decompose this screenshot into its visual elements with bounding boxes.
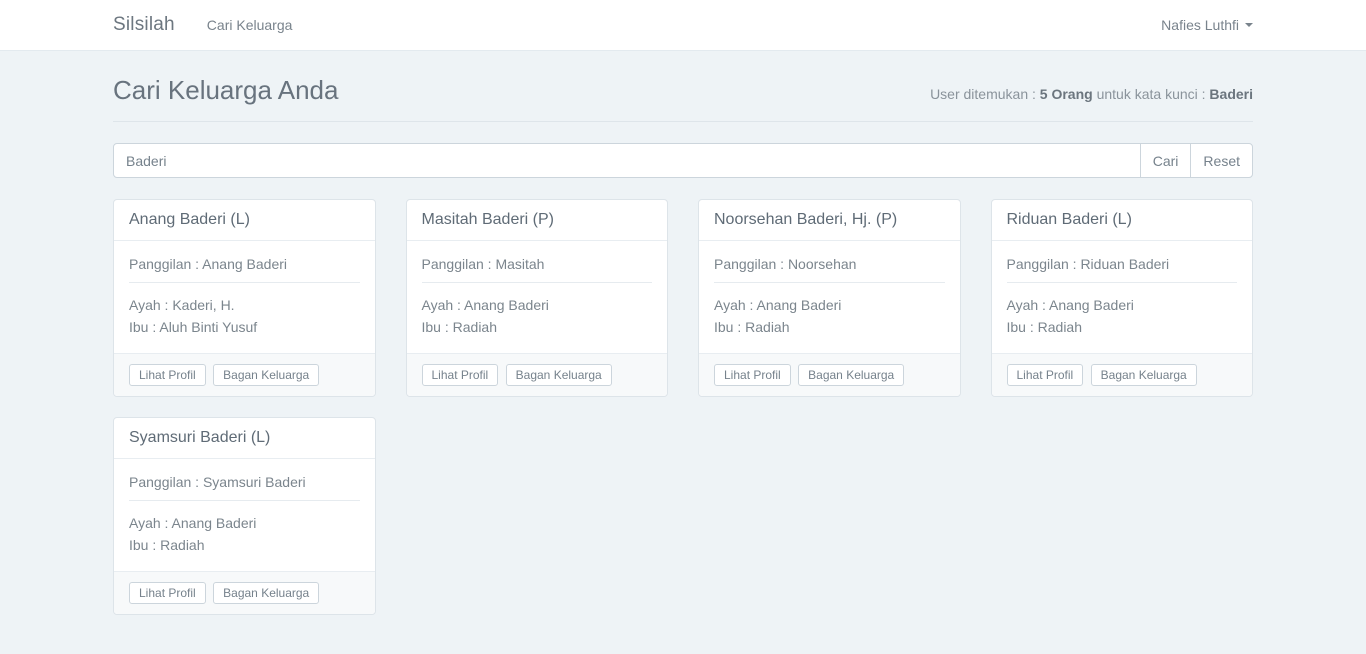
top-navbar: Silsilah Cari Keluarga Nafies Luthfi [0, 0, 1366, 51]
person-card-title: Riduan Baderi (L) [992, 200, 1253, 241]
lihat-profil-button[interactable]: Lihat Profil [129, 364, 206, 386]
result-summary: User ditemukan : 5 Orang untuk kata kunc… [930, 86, 1253, 102]
person-card-footer: Lihat Profil Bagan Keluarga [114, 353, 375, 396]
divider [129, 282, 360, 283]
page-header: Cari Keluarga Anda User ditemukan : 5 Or… [113, 75, 1253, 122]
person-card-title: Anang Baderi (L) [114, 200, 375, 241]
person-card-body: Panggilan : Masitah Ayah : Anang Baderi … [407, 241, 668, 353]
person-card-title: Syamsuri Baderi (L) [114, 418, 375, 459]
person-father: Ayah : Anang Baderi [422, 294, 653, 316]
person-father: Ayah : Anang Baderi [129, 512, 360, 534]
brand-silsilah[interactable]: Silsilah [113, 14, 175, 36]
cari-button[interactable]: Cari [1140, 143, 1192, 178]
person-card-body: Panggilan : Riduan Baderi Ayah : Anang B… [992, 241, 1253, 353]
page-title: Cari Keluarga Anda [113, 75, 338, 106]
lihat-profil-button[interactable]: Lihat Profil [1007, 364, 1084, 386]
person-card-body: Panggilan : Noorsehan Ayah : Anang Bader… [699, 241, 960, 353]
nav-item-cari-keluarga[interactable]: Cari Keluarga [207, 17, 293, 33]
person-card: Anang Baderi (L) Panggilan : Anang Bader… [113, 199, 376, 397]
divider [422, 282, 653, 283]
person-mother: Ibu : Radiah [422, 316, 653, 338]
person-mother: Ibu : Radiah [714, 316, 945, 338]
person-nickname: Panggilan : Masitah [422, 256, 653, 272]
person-mother: Ibu : Radiah [129, 534, 360, 556]
person-card: Riduan Baderi (L) Panggilan : Riduan Bad… [991, 199, 1254, 397]
bagan-keluarga-button[interactable]: Bagan Keluarga [506, 364, 612, 386]
person-nickname: Panggilan : Noorsehan [714, 256, 945, 272]
person-card-footer: Lihat Profil Bagan Keluarga [699, 353, 960, 396]
person-card: Syamsuri Baderi (L) Panggilan : Syamsuri… [113, 417, 376, 615]
reset-button[interactable]: Reset [1190, 143, 1253, 178]
search-bar: Cari Reset [113, 143, 1253, 178]
search-input[interactable] [113, 143, 1141, 178]
chevron-down-icon [1245, 23, 1253, 27]
person-card-body: Panggilan : Syamsuri Baderi Ayah : Anang… [114, 459, 375, 571]
person-mother: Ibu : Radiah [1007, 316, 1238, 338]
person-nickname: Panggilan : Anang Baderi [129, 256, 360, 272]
user-dropdown[interactable]: Nafies Luthfi [1161, 17, 1253, 33]
result-keyword: Baderi [1209, 86, 1253, 102]
result-count: 5 Orang [1040, 86, 1093, 102]
person-card: Noorsehan Baderi, Hj. (P) Panggilan : No… [698, 199, 961, 397]
person-father: Ayah : Anang Baderi [1007, 294, 1238, 316]
bagan-keluarga-button[interactable]: Bagan Keluarga [213, 364, 319, 386]
person-card-body: Panggilan : Anang Baderi Ayah : Kaderi, … [114, 241, 375, 353]
person-card: Masitah Baderi (P) Panggilan : Masitah A… [406, 199, 669, 397]
results-grid: Anang Baderi (L) Panggilan : Anang Bader… [113, 199, 1253, 615]
lihat-profil-button[interactable]: Lihat Profil [129, 582, 206, 604]
person-mother: Ibu : Aluh Binti Yusuf [129, 316, 360, 338]
person-card-title: Masitah Baderi (P) [407, 200, 668, 241]
person-card-footer: Lihat Profil Bagan Keluarga [407, 353, 668, 396]
person-father: Ayah : Anang Baderi [714, 294, 945, 316]
divider [714, 282, 945, 283]
divider [129, 500, 360, 501]
lihat-profil-button[interactable]: Lihat Profil [714, 364, 791, 386]
person-father: Ayah : Kaderi, H. [129, 294, 360, 316]
result-summary-middle: untuk kata kunci : [1093, 86, 1210, 102]
person-nickname: Panggilan : Riduan Baderi [1007, 256, 1238, 272]
person-nickname: Panggilan : Syamsuri Baderi [129, 474, 360, 490]
lihat-profil-button[interactable]: Lihat Profil [422, 364, 499, 386]
person-card-footer: Lihat Profil Bagan Keluarga [992, 353, 1253, 396]
bagan-keluarga-button[interactable]: Bagan Keluarga [1091, 364, 1197, 386]
bagan-keluarga-button[interactable]: Bagan Keluarga [213, 582, 319, 604]
user-dropdown-label: Nafies Luthfi [1161, 17, 1239, 33]
divider [1007, 282, 1238, 283]
person-card-footer: Lihat Profil Bagan Keluarga [114, 571, 375, 614]
result-summary-prefix: User ditemukan : [930, 86, 1040, 102]
bagan-keluarga-button[interactable]: Bagan Keluarga [798, 364, 904, 386]
person-card-title: Noorsehan Baderi, Hj. (P) [699, 200, 960, 241]
